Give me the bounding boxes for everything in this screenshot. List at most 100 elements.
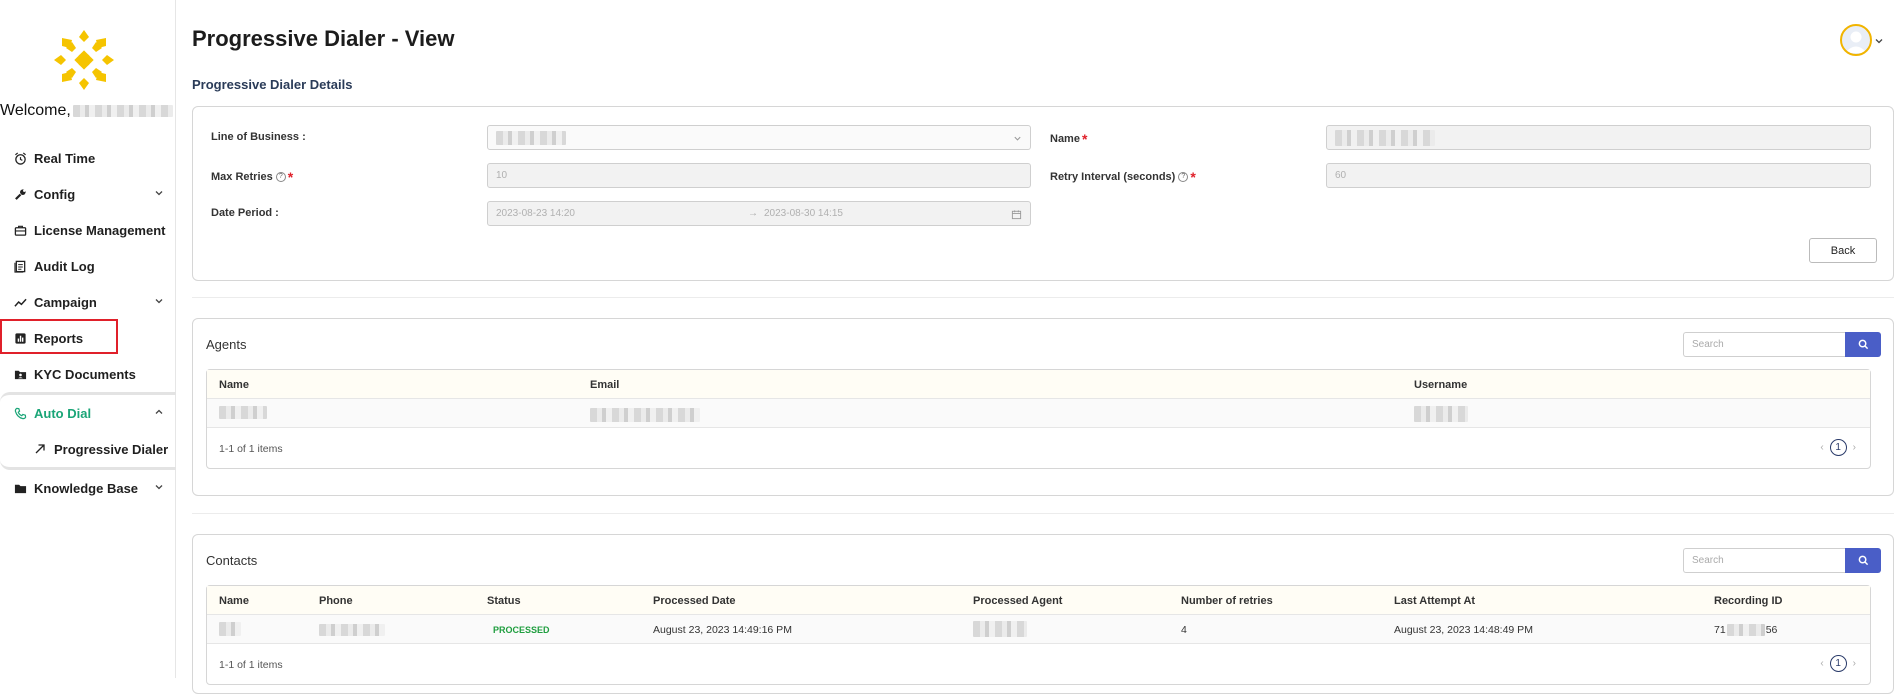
sidebar-item-real-time[interactable]: Real Time	[0, 140, 176, 176]
recording-id-redacted	[1726, 624, 1765, 636]
chevron-right-icon[interactable]: ›	[1853, 658, 1856, 669]
line-of-business-select[interactable]	[487, 125, 1031, 150]
back-button[interactable]: Back	[1809, 238, 1877, 263]
sidebar-item-auto-dial[interactable]: Auto Dial	[0, 395, 176, 431]
sidebar-item-kyc-documents[interactable]: KYC Documents	[0, 356, 176, 392]
sidebar-item-license-management[interactable]: License Management	[0, 212, 176, 248]
page-button[interactable]: 1	[1829, 439, 1847, 456]
max-retries-value: 10	[496, 170, 508, 181]
search-icon	[1858, 555, 1868, 566]
sidebar-item-label: License Management	[34, 222, 166, 238]
table-header: Name Email Username	[207, 370, 1870, 399]
phone-icon	[12, 405, 28, 421]
main-content: Progressive Dialer - View Progressive Di…	[176, 0, 1894, 694]
chevron-down-icon	[155, 485, 163, 490]
max-retries-field[interactable]: 10	[487, 163, 1031, 188]
processed-date: August 23, 2023 14:49:16 PM	[653, 624, 792, 636]
contacts-search-input[interactable]: Search	[1683, 548, 1845, 573]
agent-name-redacted	[219, 406, 267, 419]
arrow-right-icon: →	[748, 208, 758, 219]
search-icon	[1858, 339, 1868, 350]
welcome-text: Welcome,	[0, 102, 173, 120]
line-of-business-label-text: Line of Business :	[211, 131, 306, 143]
chevron-down-icon[interactable]	[1874, 36, 1884, 46]
sidebar-item-config[interactable]: Config	[0, 176, 176, 212]
id-card-icon	[12, 366, 28, 382]
sidebar-item-knowledge-base[interactable]: Knowledge Base	[0, 470, 176, 506]
page-title: Progressive Dialer - View	[192, 26, 455, 51]
briefcase-icon	[12, 222, 28, 238]
column-header[interactable]: Last Attempt At	[1394, 595, 1475, 607]
column-header[interactable]: Email	[590, 379, 619, 391]
chevron-down-icon	[155, 191, 163, 196]
sidebar-item-campaign[interactable]: Campaign	[0, 284, 176, 320]
book-icon	[12, 258, 28, 274]
contacts-search-button[interactable]	[1845, 548, 1881, 573]
date-period-range-picker[interactable]: 2023-08-23 14:20 → 2023-08-30 14:15	[487, 201, 1031, 226]
required-marker: *	[287, 169, 294, 185]
agent-username-redacted	[1414, 406, 1468, 422]
help-icon[interactable]: ?	[275, 172, 286, 182]
chevron-right-icon[interactable]: ›	[1853, 442, 1856, 453]
column-header[interactable]: Name	[219, 379, 249, 391]
bar-chart-icon	[12, 330, 28, 346]
max-retries-label: Max Retries ? *	[211, 169, 293, 185]
help-icon[interactable]: ?	[1178, 172, 1189, 182]
sidebar-item-progressive-dialer[interactable]: Progressive Dialer	[0, 431, 176, 467]
agents-search-button[interactable]	[1845, 332, 1881, 357]
name-value-redacted	[1335, 129, 1435, 146]
date-start-value[interactable]: 2023-08-23 14:20	[496, 208, 575, 219]
retries-count: 4	[1181, 624, 1187, 636]
status-badge: PROCESSED	[493, 625, 550, 635]
name-label: Name *	[1050, 131, 1087, 147]
table-footer: 1-1 of 1 items ‹ 1 ›	[207, 428, 1870, 468]
sidebar-item-label: Progressive Dialer	[54, 441, 169, 457]
column-header[interactable]: Name	[219, 595, 249, 607]
sidebar-item-label: Auto Dial	[34, 405, 92, 421]
name-field[interactable]	[1326, 125, 1871, 150]
contacts-card: Contacts Search Name Phone Status Proces…	[192, 534, 1894, 694]
column-header[interactable]: Status	[487, 595, 521, 607]
date-end-value[interactable]: 2023-08-30 14:15	[764, 208, 843, 219]
calendar-icon	[1011, 210, 1022, 220]
sidebar-item-label: Config	[34, 186, 76, 202]
contact-name-redacted	[219, 622, 241, 636]
column-header[interactable]: Processed Date	[653, 595, 736, 607]
chevron-left-icon[interactable]: ‹	[1820, 442, 1823, 453]
alarm-clock-icon	[12, 150, 28, 166]
recording-id-prefix: 71	[1714, 624, 1726, 636]
column-header[interactable]: Username	[1414, 379, 1467, 391]
contacts-item-count: 1-1 of 1 items	[219, 659, 283, 671]
column-header[interactable]: Phone	[319, 595, 353, 607]
sidebar-item-audit-log[interactable]: Audit Log	[0, 248, 176, 284]
sidebar-item-reports[interactable]: Reports	[0, 320, 176, 356]
contacts-pagination: ‹ 1 ›	[1820, 655, 1856, 672]
sidebar-item-label: Knowledge Base	[34, 480, 139, 496]
column-header[interactable]: Number of retries	[1181, 595, 1273, 607]
avatar[interactable]	[1840, 24, 1872, 56]
table-row[interactable]	[207, 399, 1870, 428]
chevron-up-icon	[155, 409, 163, 414]
name-label-text: Name	[1050, 133, 1080, 145]
column-header[interactable]: Processed Agent	[973, 595, 1062, 607]
sidebar-item-label: Reports	[34, 330, 84, 346]
agents-card: Agents Search Name Email Username 1-1 of…	[192, 318, 1894, 496]
chevron-left-icon[interactable]: ‹	[1820, 658, 1823, 669]
page-button[interactable]: 1	[1829, 655, 1847, 672]
line-of-business-value-redacted	[496, 130, 566, 145]
max-retries-label-text: Max Retries	[211, 171, 273, 183]
column-header[interactable]: Recording ID	[1714, 595, 1782, 607]
agent-email-redacted	[590, 408, 700, 422]
required-marker: *	[1190, 169, 1196, 185]
divider	[192, 513, 1894, 514]
table-header: Name Phone Status Processed Date Process…	[207, 586, 1870, 615]
agents-search-input[interactable]: Search	[1683, 332, 1845, 357]
user-name-redacted	[72, 105, 173, 117]
retry-interval-field[interactable]: 60	[1326, 163, 1871, 188]
folder-icon	[12, 480, 28, 496]
chevron-down-icon	[155, 299, 163, 304]
chevron-down-icon	[1014, 136, 1021, 141]
table-row[interactable]: PROCESSED August 23, 2023 14:49:16 PM 4 …	[207, 615, 1870, 644]
contact-phone-redacted	[319, 624, 385, 636]
user-avatar-icon	[1845, 31, 1867, 53]
